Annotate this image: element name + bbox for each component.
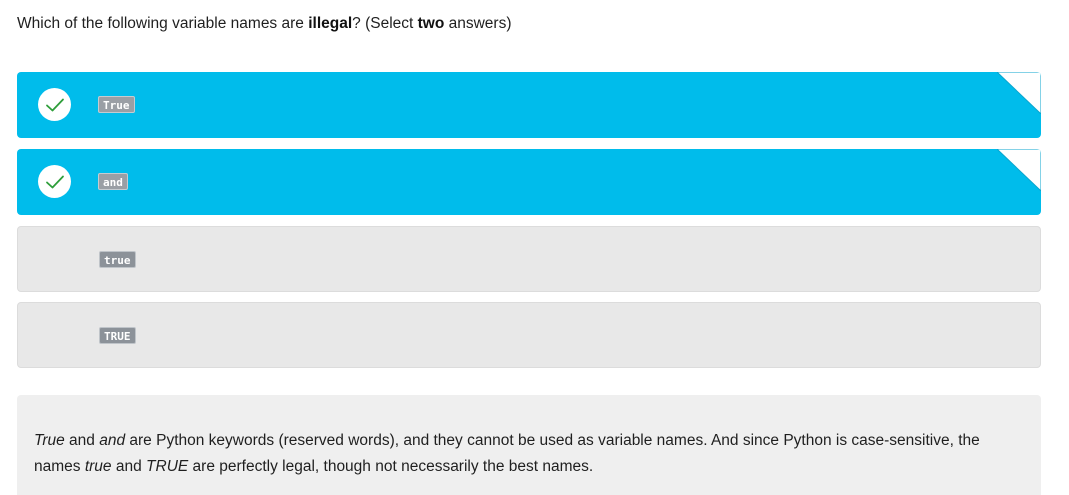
explanation-text: are perfectly legal, though not necessar…: [188, 458, 594, 475]
explanation-name: true: [84, 458, 112, 475]
answer-option-true-uppercase[interactable]: TRUE: [17, 302, 1041, 368]
explanation-name: TRUE: [146, 458, 189, 475]
selected-corner-icon: [997, 72, 1041, 114]
question-count: two: [417, 15, 445, 32]
question-text: Which of the following variable names ar…: [17, 14, 512, 34]
quiz-page: Which of the following variable names ar…: [0, 0, 1069, 495]
answer-option-and[interactable]: and: [17, 149, 1041, 215]
selected-corner-icon: [997, 149, 1041, 191]
answer-code-label: TRUE: [99, 327, 136, 344]
question-prefix: Which of the following variable names ar…: [17, 15, 309, 32]
question-suffix: answers): [444, 15, 512, 32]
question-middle: ? (Select: [352, 15, 418, 32]
explanation-text: and: [64, 432, 100, 449]
explanation-text: and: [111, 458, 147, 475]
question-emphasis: illegal: [308, 15, 353, 32]
explanation-panel: True and and are Python keywords (reserv…: [17, 395, 1041, 495]
answer-option-true[interactable]: True: [17, 72, 1041, 138]
explanation-keyword: and: [99, 432, 126, 449]
checkmark-icon: [38, 88, 71, 121]
answer-code-label: True: [98, 96, 135, 113]
explanation-keyword: True: [34, 432, 65, 449]
checkmark-icon: [38, 165, 71, 198]
answer-code-label: and: [98, 173, 128, 190]
answer-option-true-lowercase[interactable]: true: [17, 226, 1041, 292]
answer-code-label: true: [99, 251, 136, 268]
